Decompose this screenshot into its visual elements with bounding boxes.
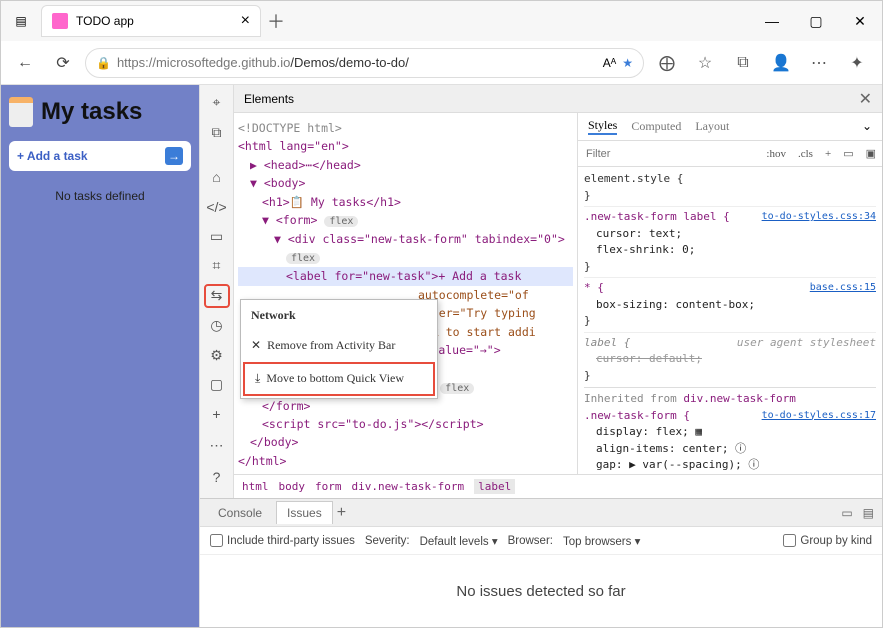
- rule-link[interactable]: to-do-styles.css:34: [762, 209, 876, 224]
- add-task-button[interactable]: + Add a task →: [9, 141, 191, 171]
- back-button[interactable]: ←: [9, 47, 41, 79]
- address-bar[interactable]: 🔒 https://microsoftedge.github.io/Demos/…: [85, 48, 644, 78]
- hov-button[interactable]: :hov: [760, 148, 792, 160]
- tab-layout[interactable]: Layout: [695, 119, 729, 134]
- help-icon[interactable]: ?: [204, 464, 230, 490]
- drawer-tab-issues[interactable]: Issues: [276, 501, 333, 524]
- console-icon[interactable]: ▭: [204, 224, 230, 248]
- minimize-button[interactable]: —: [750, 1, 794, 41]
- context-menu: Network ✕Remove from Activity Bar ⤓Move …: [240, 299, 438, 399]
- network-icon[interactable]: ⇆: [204, 284, 230, 308]
- styles-filter-input[interactable]: [578, 148, 760, 160]
- rule-link[interactable]: base.css:15: [810, 280, 876, 295]
- styles-body[interactable]: element.style { } to-do-styles.css:34.ne…: [578, 167, 882, 474]
- elements-icon[interactable]: </>: [204, 195, 230, 219]
- drawer: Console Issues + ▭ ▤ Include third-party…: [200, 498, 882, 627]
- dom-tree[interactable]: <!DOCTYPE html> <html lang="en"> ▶ <head…: [234, 113, 577, 474]
- add-tool-icon[interactable]: +: [204, 402, 230, 426]
- title-bar: ▤ TODO app × ＋ — ▢ ✕: [1, 1, 882, 41]
- tab-computed[interactable]: Computed: [631, 119, 681, 134]
- chevron-down-icon[interactable]: ⌄: [862, 119, 872, 134]
- url-text: https://microsoftedge.github.io/Demos/de…: [117, 55, 597, 70]
- styles-tabs: Styles Computed Layout ⌄: [578, 113, 882, 141]
- no-tasks-text: No tasks defined: [9, 189, 191, 203]
- close-devtools-icon[interactable]: ✕: [859, 89, 872, 109]
- more-icon[interactable]: ⋯: [802, 47, 836, 79]
- styles-pane: Styles Computed Layout ⌄ :hov .cls + ▭ ▣: [577, 113, 882, 474]
- memory-icon[interactable]: ⚙: [204, 343, 230, 367]
- maximize-button[interactable]: ▢: [794, 1, 838, 41]
- browser-tab[interactable]: TODO app ×: [41, 5, 261, 37]
- add-task-label: + Add a task: [17, 149, 88, 163]
- issues-body: No issues detected so far: [200, 555, 882, 627]
- performance-icon[interactable]: ◷: [204, 314, 230, 338]
- welcome-icon[interactable]: ⌂: [204, 165, 230, 189]
- breadcrumb[interactable]: html body form div.new-task-form label: [234, 474, 882, 498]
- favorites-icon[interactable]: ☆: [688, 47, 722, 79]
- drawer-add-tab[interactable]: +: [337, 504, 346, 522]
- browser-toolbar: ← ⟳ 🔒 https://microsoftedge.github.io/De…: [1, 41, 882, 85]
- page-title: My tasks: [9, 97, 191, 127]
- new-tab-button[interactable]: ＋: [261, 8, 291, 34]
- elements-header: Elements ✕: [234, 85, 882, 113]
- new-rule-button[interactable]: +: [819, 148, 837, 160]
- copilot-icon[interactable]: ✦: [840, 47, 874, 79]
- extensions-icon[interactable]: ⨁: [650, 47, 684, 79]
- computed-toggle-icon[interactable]: ▣: [860, 147, 882, 160]
- cls-button[interactable]: .cls: [792, 148, 819, 160]
- collections-icon[interactable]: ⧉: [726, 47, 760, 79]
- close-tab-icon[interactable]: ×: [241, 12, 250, 30]
- close-window-button[interactable]: ✕: [838, 1, 882, 41]
- sources-icon[interactable]: ⌗: [204, 254, 230, 278]
- read-aloud-icon[interactable]: Aᴬ: [603, 56, 616, 70]
- remove-from-activity-bar[interactable]: ✕Remove from Activity Bar: [241, 331, 437, 360]
- context-menu-title: Network: [241, 300, 437, 331]
- elements-title: Elements: [244, 92, 294, 106]
- tabs-menu-icon[interactable]: ▤: [1, 14, 41, 28]
- favorite-icon[interactable]: ★: [622, 56, 633, 70]
- refresh-button[interactable]: ⟳: [47, 47, 79, 79]
- activity-bar: ⌖ ⧉ ⌂ </> ▭ ⌗ ⇆ ◷ ⚙ ▢ + ⋯ ?: [200, 85, 234, 498]
- application-icon[interactable]: ▢: [204, 373, 230, 397]
- device-icon[interactable]: ⧉: [204, 121, 230, 145]
- webpage-panel: My tasks + Add a task → No tasks defined: [1, 85, 199, 627]
- rule-link[interactable]: to-do-styles.css:17: [762, 408, 876, 423]
- profile-icon[interactable]: 👤: [764, 47, 798, 79]
- group-by-kind-checkbox[interactable]: Group by kind: [783, 534, 872, 547]
- favicon-icon: [52, 13, 68, 29]
- move-to-bottom-quick-view[interactable]: ⤓Move to bottom Quick View: [243, 362, 435, 395]
- browser-dropdown[interactable]: Top browsers ▾: [563, 534, 640, 548]
- inspect-icon[interactable]: ⌖: [204, 91, 230, 115]
- clipboard-icon: [9, 97, 33, 127]
- third-party-checkbox[interactable]: Include third-party issues: [210, 534, 355, 547]
- devtools-panel: ⌖ ⧉ ⌂ </> ▭ ⌗ ⇆ ◷ ⚙ ▢ + ⋯ ? Elements: [199, 85, 882, 627]
- submit-arrow-icon[interactable]: →: [165, 147, 183, 165]
- lock-icon: 🔒: [96, 56, 111, 70]
- drawer-collapse-icon[interactable]: ▤: [863, 506, 874, 520]
- tab-title: TODO app: [76, 14, 134, 28]
- drawer-dock-icon[interactable]: ▭: [841, 506, 852, 520]
- drawer-tab-console[interactable]: Console: [208, 502, 272, 524]
- device-icon-styles[interactable]: ▭: [837, 147, 859, 160]
- tab-styles[interactable]: Styles: [588, 118, 617, 135]
- severity-dropdown[interactable]: Default levels ▾: [420, 534, 498, 548]
- more-tools-icon[interactable]: ⋯: [204, 432, 230, 458]
